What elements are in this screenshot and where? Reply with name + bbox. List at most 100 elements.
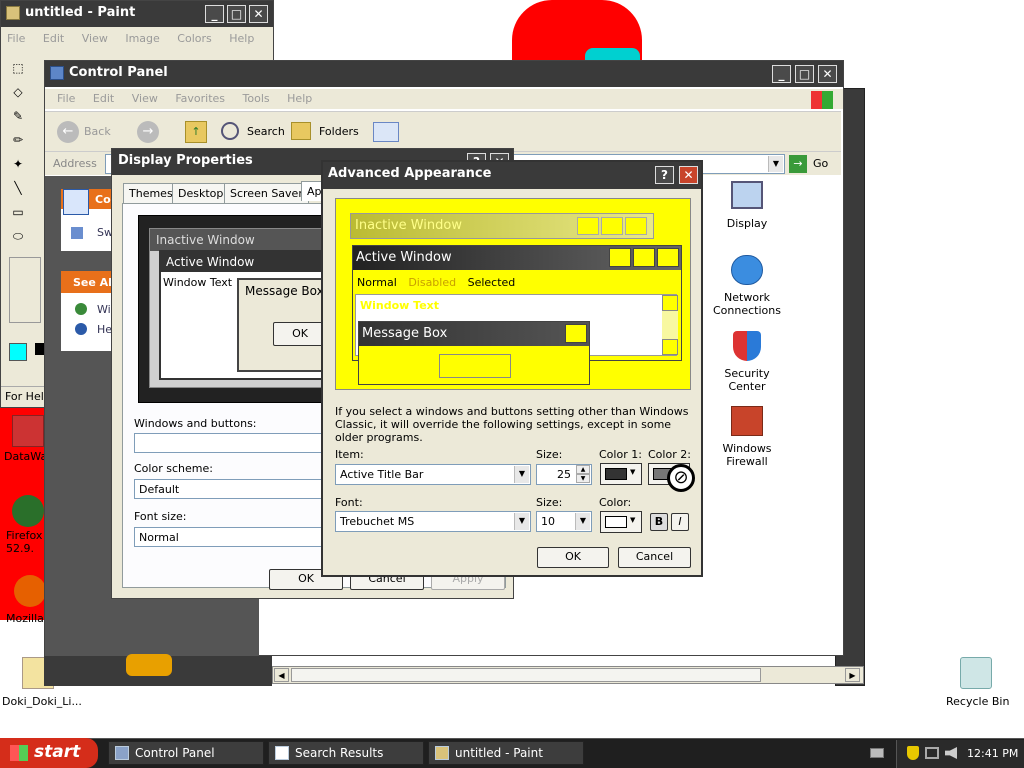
control-panel-titlebar[interactable]: Control Panel _ □ ✕ <box>45 61 843 87</box>
preview-message-box: Message Box <box>358 321 590 385</box>
menu-help[interactable]: Help <box>287 92 312 105</box>
color-swatch-primary[interactable] <box>9 343 27 361</box>
menu-colors[interactable]: Colors <box>177 32 211 45</box>
minimize-button[interactable]: _ <box>772 65 791 83</box>
menu-view[interactable]: View <box>132 92 158 105</box>
maximize-button[interactable]: □ <box>795 65 814 83</box>
close-button[interactable]: ✕ <box>818 65 837 83</box>
advanced-appearance-dialog[interactable]: Advanced Appearance ? ✕ Inactive Window … <box>321 160 703 577</box>
preview-active-title: Active Window <box>161 252 327 272</box>
menu-help[interactable]: Help <box>229 32 254 45</box>
firefox-icon <box>12 495 44 527</box>
font-color-picker[interactable]: ▼ <box>600 511 642 533</box>
menu-tools[interactable]: Tools <box>243 92 270 105</box>
chevron-down-icon[interactable]: ▼ <box>575 513 590 530</box>
task-pane-item-windows[interactable]: Wi <box>97 303 111 316</box>
network-label: Network Connections <box>713 291 781 317</box>
font-color-swatch <box>605 516 627 528</box>
keyboard-icon[interactable] <box>870 748 884 758</box>
menu-favorites[interactable]: Favorites <box>175 92 225 105</box>
size-stepper[interactable]: 25 ▲ ▼ <box>536 464 592 485</box>
tab-desktop[interactable]: Desktop <box>172 183 230 203</box>
picker-tool-icon[interactable]: ✎ <box>9 107 27 125</box>
spin-up-icon[interactable]: ▲ <box>576 465 590 474</box>
close-button[interactable]: ✕ <box>249 5 268 23</box>
menu-edit[interactable]: Edit <box>43 32 64 45</box>
back-button[interactable]: ← Back <box>57 121 127 143</box>
font-size-select[interactable]: 10 ▼ <box>536 511 592 532</box>
chevron-down-icon[interactable]: ▼ <box>514 513 529 530</box>
scroll-right-icon[interactable]: ▶ <box>845 668 860 682</box>
volume-icon[interactable] <box>945 747 957 759</box>
start-button[interactable]: start <box>0 738 98 768</box>
brush-tool-icon[interactable]: ✦ <box>9 155 27 173</box>
tool-options-box <box>9 257 41 323</box>
italic-toggle[interactable]: I <box>671 513 689 531</box>
menu-edit[interactable]: Edit <box>93 92 114 105</box>
taskbar-item-paint[interactable]: untitled - Paint <box>428 741 584 765</box>
menu-file[interactable]: File <box>57 92 75 105</box>
tab-screen-saver[interactable]: Screen Saver <box>224 183 309 203</box>
chevron-down-icon[interactable]: ▼ <box>768 156 783 172</box>
network-tray-icon[interactable] <box>925 747 939 759</box>
paint-titlebar[interactable]: untitled - Paint _ □ ✕ <box>1 1 273 27</box>
minimize-button[interactable]: _ <box>205 5 224 23</box>
pencil-tool-icon[interactable]: ✏ <box>9 131 27 149</box>
chevron-down-icon[interactable]: ▼ <box>514 466 529 483</box>
cancel-button[interactable]: Cancel <box>618 547 691 568</box>
taskbar-item-control-panel[interactable]: Control Panel <box>108 741 264 765</box>
forward-arrow-icon[interactable]: → <box>137 121 159 143</box>
folders-button[interactable]: Folders <box>291 121 361 143</box>
tab-themes[interactable]: Themes <box>123 183 179 203</box>
help-button[interactable]: ? <box>655 166 674 184</box>
menu-image[interactable]: Image <box>125 32 159 45</box>
preview-message-title: Message Box <box>359 322 589 346</box>
taskbar-item-search-results[interactable]: Search Results <box>268 741 424 765</box>
security-shield-icon[interactable] <box>907 746 919 760</box>
control-panel-item-network[interactable]: Network Connections <box>707 255 787 317</box>
color1-picker[interactable]: ▼ <box>600 463 642 485</box>
desktop-icon-firefox[interactable]: Firefox 52.9. <box>4 495 48 555</box>
control-panel-item-firewall[interactable]: Windows Firewall <box>707 406 787 468</box>
rectangle-tool-icon[interactable]: ▭ <box>9 203 27 221</box>
desktop-icon-datawa[interactable]: DataWa <box>4 415 48 463</box>
go-button[interactable]: → Go <box>789 154 835 174</box>
scroll-thumb[interactable] <box>291 668 761 682</box>
ellipse-tool-icon[interactable]: ⬭ <box>9 227 27 245</box>
control-panel-item-display[interactable]: Display <box>707 181 787 243</box>
search-button[interactable]: Search <box>221 121 285 143</box>
security-label: Security Center <box>724 367 770 393</box>
line-tool-icon[interactable]: ╲ <box>9 179 27 197</box>
font-size-select[interactable]: Normal <box>134 527 328 547</box>
maximize-button[interactable]: □ <box>227 5 246 23</box>
close-button[interactable]: ✕ <box>679 166 698 184</box>
desktop-icon-recycle-bin[interactable]: Recycle Bin <box>942 655 1009 708</box>
task-pane-item-help[interactable]: He <box>97 323 112 336</box>
desktop-icon-mozilla[interactable]: Mozilla F <box>4 575 54 625</box>
taskbar-item-label: Search Results <box>295 746 384 760</box>
font-select[interactable]: Trebuchet MS ▼ <box>335 511 531 532</box>
switch-view-icon <box>71 227 83 239</box>
display-tabs <box>112 149 515 150</box>
paint-title: untitled - Paint <box>25 5 136 20</box>
select-tool-icon[interactable]: ⬚ <box>9 59 27 77</box>
color-scheme-select[interactable]: Default <box>134 479 328 499</box>
item-select[interactable]: Active Title Bar ▼ <box>335 464 531 485</box>
horizontal-scrollbar[interactable]: ◀ ▶ <box>272 666 864 684</box>
eraser-tool-icon[interactable]: ◇ <box>9 83 27 101</box>
control-panel-item-security[interactable]: Security Center <box>707 331 787 393</box>
bold-toggle[interactable]: B <box>650 513 668 531</box>
item-select-value: Active Title Bar <box>340 468 424 481</box>
windows-buttons-select[interactable] <box>134 433 328 453</box>
recycle-bin-icon <box>960 657 992 689</box>
views-icon[interactable] <box>373 122 399 142</box>
advanced-appearance-titlebar[interactable]: Advanced Appearance ? ✕ <box>323 162 701 189</box>
scroll-left-icon[interactable]: ◀ <box>274 668 289 682</box>
menu-view[interactable]: View <box>82 32 108 45</box>
up-folder-icon[interactable]: ↑ <box>185 121 207 143</box>
clock[interactable]: 12:41 PM <box>967 747 1018 760</box>
menu-file[interactable]: File <box>7 32 25 45</box>
spin-down-icon[interactable]: ▼ <box>576 474 590 483</box>
paint-toolbox: ⬚ ◇ ✎ ✏ ✦ ╲ ▭ ⬭ <box>5 53 47 383</box>
ok-button[interactable]: OK <box>537 547 609 568</box>
